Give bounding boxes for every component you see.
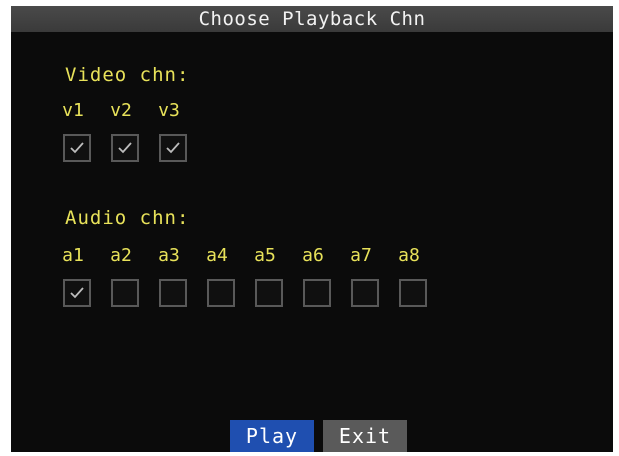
audio-channel-label-a2: a2	[110, 245, 132, 266]
video-chn-label: Video chn:	[65, 64, 190, 86]
audio-checkbox-a2[interactable]	[111, 279, 139, 307]
audio-checkbox-a4[interactable]	[207, 279, 235, 307]
play-button[interactable]: Play	[230, 420, 314, 452]
audio-checkbox-a8[interactable]	[399, 279, 427, 307]
audio-channel-label-a7: a7	[350, 245, 372, 266]
playback-channel-dialog: Choose Playback Chn Video chn: v1 v2 v3 …	[11, 6, 613, 452]
audio-checkbox-a1[interactable]	[63, 279, 91, 307]
dialog-title: Choose Playback Chn	[11, 6, 613, 32]
checkmark-icon	[166, 142, 180, 154]
audio-channel-label-a3: a3	[158, 245, 180, 266]
audio-checkbox-a6[interactable]	[303, 279, 331, 307]
video-channel-label-v3: v3	[158, 100, 180, 121]
checkmark-icon	[70, 142, 84, 154]
video-channel-label-v2: v2	[110, 100, 132, 121]
audio-channel-label-a8: a8	[398, 245, 420, 266]
audio-channel-label-a4: a4	[206, 245, 228, 266]
video-checkbox-v1[interactable]	[63, 134, 91, 162]
exit-button[interactable]: Exit	[323, 420, 407, 452]
audio-channel-label-a6: a6	[302, 245, 324, 266]
audio-channel-label-a5: a5	[254, 245, 276, 266]
video-checkbox-v2[interactable]	[111, 134, 139, 162]
video-channel-label-v1: v1	[62, 100, 84, 121]
audio-checkbox-a5[interactable]	[255, 279, 283, 307]
video-checkbox-v3[interactable]	[159, 134, 187, 162]
audio-channel-label-a1: a1	[62, 245, 84, 266]
checkmark-icon	[70, 287, 84, 299]
audio-chn-label: Audio chn:	[65, 207, 190, 229]
checkmark-icon	[118, 142, 132, 154]
audio-checkbox-a7[interactable]	[351, 279, 379, 307]
audio-checkbox-a3[interactable]	[159, 279, 187, 307]
